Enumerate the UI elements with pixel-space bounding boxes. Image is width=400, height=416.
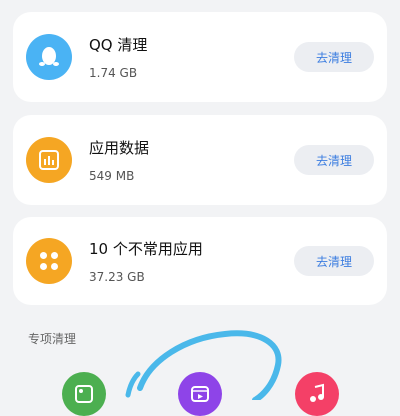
card-size: 549 MB	[89, 169, 135, 183]
app-grid-icon	[26, 238, 72, 284]
music-icon[interactable]	[295, 372, 339, 416]
video-icon[interactable]	[178, 372, 222, 416]
clean-button[interactable]: 去清理	[294, 246, 374, 276]
qq-clean-card[interactable]: QQ 清理 1.74 GB 去清理	[13, 12, 387, 102]
card-size: 37.23 GB	[89, 270, 145, 284]
card-title: QQ 清理	[89, 36, 148, 54]
card-title: 10 个不常用应用	[89, 240, 203, 258]
clean-button[interactable]: 去清理	[294, 145, 374, 175]
image-icon[interactable]	[62, 372, 106, 416]
clean-button[interactable]: 去清理	[294, 42, 374, 72]
app-data-card[interactable]: 应用数据 549 MB 去清理	[13, 115, 387, 205]
card-title: 应用数据	[89, 139, 150, 157]
section-title: 专项清理	[28, 332, 77, 346]
unused-apps-card[interactable]: 10 个不常用应用 37.23 GB 去清理	[13, 217, 387, 305]
qq-penguin-icon	[26, 34, 72, 80]
card-size: 1.74 GB	[89, 66, 138, 80]
bar-chart-icon	[26, 137, 72, 183]
